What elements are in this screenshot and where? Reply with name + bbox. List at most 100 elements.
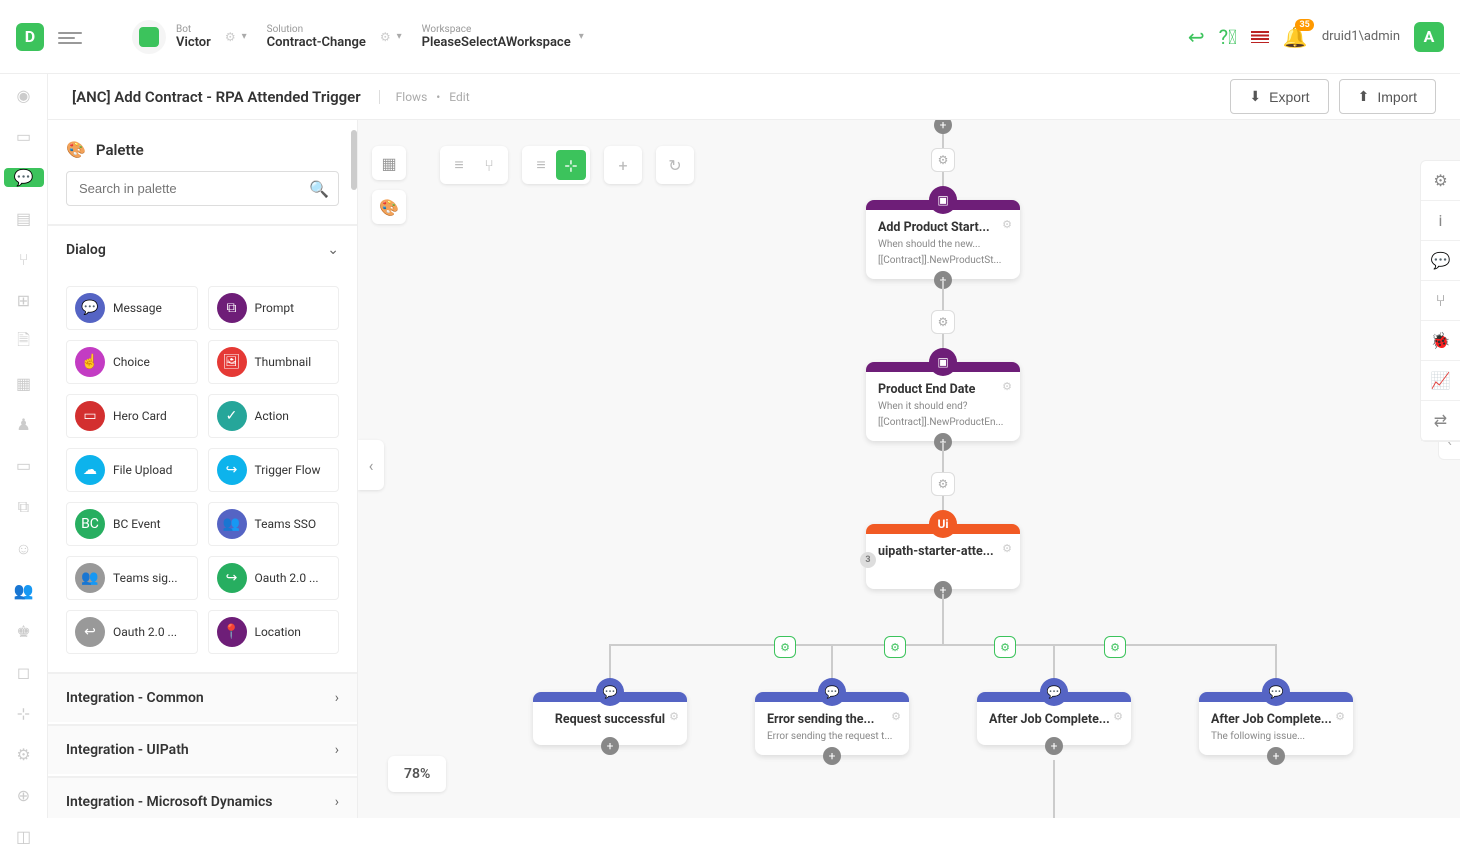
palette-item-fileupload[interactable]: ☁File Upload — [66, 448, 198, 492]
gear-icon[interactable]: ⚙ — [891, 710, 901, 723]
add-node-button[interactable]: + — [823, 747, 841, 765]
flow-node-product-end-date[interactable]: ▣ ⚙ Product End Date When it should end?… — [866, 362, 1020, 441]
nav-flows-icon[interactable]: 💬 — [4, 168, 44, 187]
nav-docs-icon[interactable]: ▤ — [14, 209, 34, 228]
help-icon[interactable]: ?⃝ — [1219, 25, 1237, 49]
accordion-msdyn[interactable]: Integration - Microsoft Dynamics › — [48, 776, 357, 818]
breadcrumb-flows[interactable]: Flows — [396, 90, 428, 104]
palette-scrollbar[interactable] — [350, 120, 358, 818]
palette-item-action[interactable]: ✓Action — [208, 394, 340, 438]
nav-chat-icon[interactable]: ▭ — [14, 456, 34, 475]
nav-branch-icon[interactable]: ⑂ — [14, 250, 34, 269]
nav-ext-icon[interactable]: ⊕ — [14, 786, 34, 805]
menu-toggle-icon[interactable] — [58, 29, 82, 45]
palette-item-oauth1[interactable]: ↪Oauth 2.0 ... — [208, 556, 340, 600]
rail-translate-icon[interactable]: ⇄ — [1421, 401, 1460, 441]
tree-view-button[interactable]: ⊹ — [556, 150, 586, 180]
merge-view-button[interactable]: ⑂ — [474, 150, 504, 180]
flow-node-after-job-complete-2[interactable]: 💬 ⚙ After Job Complete... The following … — [1199, 692, 1353, 755]
rail-settings-icon[interactable]: ⚙ — [1421, 161, 1460, 201]
gear-icon[interactable]: ⚙ — [1002, 218, 1012, 231]
refresh-button[interactable]: ↻ — [660, 150, 690, 180]
palette-item-message[interactable]: 💬Message — [66, 286, 198, 330]
language-flag-icon[interactable] — [1251, 31, 1269, 43]
avatar[interactable]: A — [1414, 22, 1444, 52]
flow-canvas[interactable]: ▦ 🎨 ‹ ≡ ⑂ ≡ ⊹ + ↻ 78% + ⚙ ▣ ⚙ Add Produc… — [358, 120, 1460, 818]
nav-user-icon[interactable]: ♟ — [14, 415, 34, 434]
flow-node-after-job-complete-1[interactable]: 💬 ⚙ After Job Complete... + — [977, 692, 1131, 745]
gear-icon[interactable]: ⚙ — [1002, 542, 1012, 555]
walkthrough-icon[interactable]: ↩ — [1188, 25, 1205, 49]
accordion-common[interactable]: Integration - Common › — [48, 672, 357, 722]
branch-settings[interactable]: ⚙ — [994, 636, 1016, 658]
connector-settings[interactable]: ⚙ — [931, 148, 955, 172]
bot-selector[interactable]: Bot Victor ⚙ ▾ — [132, 20, 247, 54]
canvas-collapse-left[interactable]: ‹ — [358, 440, 384, 490]
canvas-palette-toggle[interactable]: 🎨 — [372, 190, 406, 224]
branch-settings[interactable]: ⚙ — [1104, 636, 1126, 658]
gear-icon[interactable]: ⚙ — [1002, 380, 1012, 393]
nav-dash-icon[interactable]: ◫ — [14, 827, 34, 846]
branch-settings[interactable]: ⚙ — [774, 636, 796, 658]
accordion-uipath[interactable]: Integration - UIPath › — [48, 724, 357, 774]
canvas-grid-toggle[interactable]: ▦ — [372, 146, 406, 180]
workspace-selector[interactable]: Workspace PleaseSelectAWorkspace ▾ — [422, 24, 584, 50]
menu-button[interactable]: ≡ — [526, 150, 556, 180]
zoom-indicator[interactable]: 78% — [388, 756, 446, 792]
flow-node-uipath-starter[interactable]: Ui 3 ⚙ uipath-starter-atte... + — [866, 524, 1020, 589]
palette-item-triggerflow[interactable]: ↪Trigger Flow — [208, 448, 340, 492]
rail-chart-icon[interactable]: 📈 — [1421, 361, 1460, 401]
nav-tree-icon[interactable]: ⊹ — [14, 704, 34, 723]
nav-apps-icon[interactable]: ⊞ — [14, 291, 34, 310]
nav-face-icon[interactable]: ☺ — [14, 539, 34, 559]
chevron-down-icon[interactable]: ▾ — [397, 31, 402, 42]
palette-item-oauth2[interactable]: ↩Oauth 2.0 ... — [66, 610, 198, 654]
flow-node-add-product-start[interactable]: ▣ ⚙ Add Product Start... When should the… — [866, 200, 1020, 279]
notifications-icon[interactable]: 🔔35 — [1283, 25, 1308, 49]
add-node-button[interactable]: + — [1267, 747, 1285, 765]
app-logo[interactable]: D — [16, 23, 44, 51]
nav-settings-icon[interactable]: ⚙ — [14, 745, 34, 764]
add-node-button[interactable]: + — [601, 737, 619, 755]
nav-admin-icon[interactable]: ♚ — [14, 622, 34, 641]
palette-search-input[interactable] — [66, 171, 339, 206]
rail-branch-icon[interactable]: ⑂ — [1421, 281, 1460, 321]
flow-node-error-sending[interactable]: 💬 ⚙ Error sending the... Error sending t… — [755, 692, 909, 755]
rail-info-icon[interactable]: i — [1421, 201, 1460, 241]
nav-file-icon[interactable]: 🗎 — [14, 332, 34, 352]
palette-item-teamssso[interactable]: 👥Teams SSO — [208, 502, 340, 546]
palette-item-location[interactable]: 📍Location — [208, 610, 340, 654]
palette-item-bcevent[interactable]: BCBC Event — [66, 502, 198, 546]
nav-grid-icon[interactable]: ▦ — [14, 374, 34, 393]
palette-item-thumbnail[interactable]: 🖼Thumbnail — [208, 340, 340, 384]
connector-settings[interactable]: ⚙ — [931, 472, 955, 496]
gear-icon[interactable]: ⚙ — [225, 30, 236, 44]
import-button[interactable]: ⬆ Import — [1339, 79, 1436, 114]
gear-icon[interactable]: ⚙ — [669, 710, 679, 723]
nav-monitor-icon[interactable]: ▭ — [14, 127, 34, 146]
flow-node-request-successful[interactable]: 💬 ⚙ Request successful + — [533, 692, 687, 745]
list-view-button[interactable]: ≡ — [444, 150, 474, 180]
nav-copy-icon[interactable]: ⧉ — [14, 497, 34, 517]
export-button[interactable]: ⬇ Export — [1230, 79, 1328, 114]
accordion-dialog[interactable]: Dialog ⌄ — [48, 224, 357, 274]
branch-settings[interactable]: ⚙ — [884, 636, 906, 658]
rail-chat-icon[interactable]: 💬 — [1421, 241, 1460, 281]
gear-icon[interactable]: ⚙ — [1335, 710, 1345, 723]
add-node-button[interactable]: + — [1045, 737, 1063, 755]
gear-icon[interactable]: ⚙ — [380, 30, 391, 44]
palette-item-herocard[interactable]: ▭Hero Card — [66, 394, 198, 438]
nav-overview-icon[interactable]: ◉ — [14, 86, 34, 105]
nav-screen-icon[interactable]: ◻ — [14, 663, 34, 682]
gear-icon[interactable]: ⚙ — [1113, 710, 1123, 723]
palette-item-teamssig[interactable]: 👥Teams sig... — [66, 556, 198, 600]
palette-item-choice[interactable]: ☝Choice — [66, 340, 198, 384]
rail-debug-icon[interactable]: 🐞 — [1421, 321, 1460, 361]
connector-settings[interactable]: ⚙ — [931, 310, 955, 334]
chevron-down-icon[interactable]: ▾ — [242, 31, 247, 42]
chevron-down-icon[interactable]: ▾ — [579, 31, 584, 42]
user-name[interactable]: druid1\admin — [1322, 29, 1400, 44]
nav-people-icon[interactable]: 👥 — [14, 581, 34, 600]
palette-item-prompt[interactable]: ⧉Prompt — [208, 286, 340, 330]
add-node-button[interactable]: + — [934, 120, 952, 134]
